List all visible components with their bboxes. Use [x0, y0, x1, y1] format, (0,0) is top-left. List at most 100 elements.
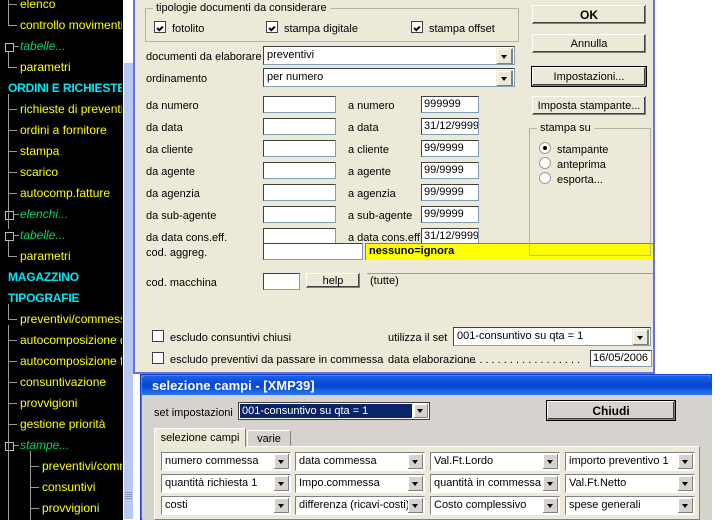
chevron-down-icon[interactable] — [274, 476, 289, 491]
field-combo-value: quantità in commessa — [434, 477, 541, 489]
field-combo[interactable]: importo preventivo 1 — [565, 452, 695, 471]
field-combo[interactable]: Val.Ft.Lordo — [430, 452, 560, 471]
menu-item-label: parametri — [20, 249, 71, 263]
documenti-combo[interactable]: preventivi — [263, 46, 515, 65]
field-combo[interactable]: Impo.commessa — [295, 474, 425, 493]
tree-expander-icon[interactable] — [5, 43, 14, 52]
cod-macchina-input[interactable] — [263, 273, 300, 290]
tree-spine — [30, 458, 31, 520]
cod-macchina-label: cod. macchina — [146, 277, 217, 289]
range-to-input[interactable]: 99/9999 — [421, 184, 479, 201]
range-from-input[interactable] — [263, 118, 336, 135]
chevron-down-icon[interactable] — [678, 476, 693, 491]
range-to-input[interactable]: 99/9999 — [421, 140, 479, 157]
menu-item-label: TIPOGRAFIE — [8, 291, 80, 305]
tab-varie[interactable]: varie — [247, 430, 291, 447]
menu-item[interactable]: vernici — [0, 0, 122, 21]
chevron-down-icon[interactable] — [632, 329, 649, 345]
range-from-input[interactable] — [263, 184, 336, 201]
range-to-input[interactable]: 99/9999 — [421, 162, 479, 179]
field-selection-dialog[interactable]: selezione campi - [XMP39] set impostazio… — [140, 374, 712, 520]
print-options-dialog[interactable]: tipologie documenti da considerare fotol… — [133, 0, 655, 374]
menu-item-label: stampe... — [20, 438, 70, 452]
tab-selezione-campi[interactable]: selezione campi — [154, 428, 246, 447]
chevron-down-icon[interactable] — [414, 404, 428, 418]
range-from-input[interactable] — [263, 96, 336, 113]
checkbox-stampa-digitale-label: stampa digitale — [284, 23, 358, 35]
field-combo[interactable]: quantità richiesta 1 — [161, 474, 291, 493]
field-selection-titlebar[interactable]: selezione campi - [XMP39] — [142, 376, 712, 395]
checkbox-stampa-digitale[interactable] — [266, 21, 278, 33]
tree-connector — [13, 46, 19, 47]
chevron-down-icon[interactable] — [274, 498, 289, 513]
menu-item-label: autocomp.fatture — [20, 186, 111, 200]
utilizza-set-label: utilizza il set — [388, 332, 448, 344]
checkbox-escludo-consuntivi[interactable] — [152, 330, 164, 342]
field-combo[interactable]: numero commessa — [161, 452, 291, 471]
chevron-down-icon[interactable] — [496, 70, 513, 86]
field-combo[interactable]: Val.Ft.Netto — [565, 474, 695, 493]
cancel-button[interactable]: Annulla — [531, 33, 647, 54]
menu-item-label: scarico — [20, 165, 59, 179]
chiudi-button[interactable]: Chiudi — [546, 400, 676, 421]
range-to-value: 99/9999 — [424, 164, 464, 176]
range-to-value: 99/9999 — [424, 186, 464, 198]
field-combo[interactable]: costi — [161, 496, 291, 515]
field-selection-tabpanel: numero commessa data commessa Val.Ft.Lordo… — [154, 446, 700, 520]
chevron-down-icon[interactable] — [678, 498, 693, 513]
radio-anteprima[interactable] — [539, 157, 551, 169]
help-button[interactable]: help — [305, 272, 361, 289]
checkbox-fotolito[interactable] — [154, 21, 166, 33]
radio-esporta[interactable] — [539, 172, 551, 184]
navigation-sidebar[interactable]: elenco controllo movimenti tabelle... param… — [0, 0, 122, 520]
tree-connector — [8, 151, 17, 152]
field-combo[interactable]: differenza (ricavi-costi) — [295, 496, 425, 515]
chevron-down-icon[interactable] — [408, 476, 423, 491]
cancel-button-label: Annulla — [570, 37, 608, 50]
tree-expander-icon[interactable] — [5, 442, 14, 451]
range-to-label: a sub-agente — [348, 210, 413, 222]
checkbox-fotolito-label: fotolito — [172, 23, 205, 35]
range-to-input[interactable]: 999999 — [421, 96, 479, 113]
range-from-input[interactable] — [263, 162, 336, 179]
checkbox-escludo-preventivi[interactable] — [152, 352, 164, 364]
chevron-down-icon[interactable] — [274, 454, 289, 469]
field-combo[interactable]: Costo complessivo — [430, 496, 560, 515]
field-combo[interactable]: spese generali — [565, 496, 695, 515]
chevron-down-icon[interactable] — [678, 454, 693, 469]
utilizza-set-combo[interactable]: 001-consuntivo su qta = 1 — [453, 327, 651, 346]
range-from-input[interactable] — [263, 206, 336, 223]
field-grid-scrollbar[interactable] — [702, 449, 711, 519]
ordinamento-combo[interactable]: per numero — [263, 68, 515, 87]
tree-expander-icon[interactable] — [5, 232, 14, 241]
chevron-down-icon[interactable] — [496, 48, 513, 64]
tree-connector — [8, 193, 17, 194]
chevron-down-icon[interactable] — [543, 454, 558, 469]
range-from-input[interactable] — [263, 140, 336, 157]
field-combo[interactable]: quantità in commessa — [430, 474, 560, 493]
range-to-value: 99/9999 — [424, 142, 464, 154]
tree-expander-icon[interactable] — [5, 211, 14, 220]
field-combo-value: spese generali — [569, 499, 641, 511]
ok-button[interactable]: OK — [531, 4, 647, 25]
range-to-input[interactable]: 99/9999 — [421, 206, 479, 223]
checkbox-stampa-offset[interactable] — [411, 21, 423, 33]
chevron-down-icon[interactable] — [543, 498, 558, 513]
data-elaborazione-input[interactable]: 16/05/2006 — [590, 350, 652, 367]
chiudi-button-label: Chiudi — [592, 403, 630, 418]
set-impostazioni-combo[interactable]: 001-consuntivo su qta = 1 — [238, 402, 430, 420]
menu-item-label: autocomposizione ddt — [20, 333, 122, 347]
chevron-down-icon[interactable] — [408, 454, 423, 469]
imposta-stampante-button[interactable]: Imposta stampante... — [531, 95, 647, 116]
ordinamento-label: ordinamento — [146, 73, 208, 85]
field-combo[interactable]: data commessa — [295, 452, 425, 471]
sidebar-resize-grip[interactable] — [125, 492, 132, 501]
cod-aggreg-input[interactable] — [263, 243, 363, 260]
tree-connector — [8, 424, 17, 425]
range-to-input[interactable]: 31/12/9999 — [421, 118, 479, 135]
chevron-down-icon[interactable] — [543, 476, 558, 491]
menu-item-label: elenchi... — [20, 207, 69, 221]
chevron-down-icon[interactable] — [408, 498, 423, 513]
radio-stampante[interactable] — [539, 142, 551, 154]
impostazioni-button[interactable]: Impostazioni... — [531, 66, 647, 87]
